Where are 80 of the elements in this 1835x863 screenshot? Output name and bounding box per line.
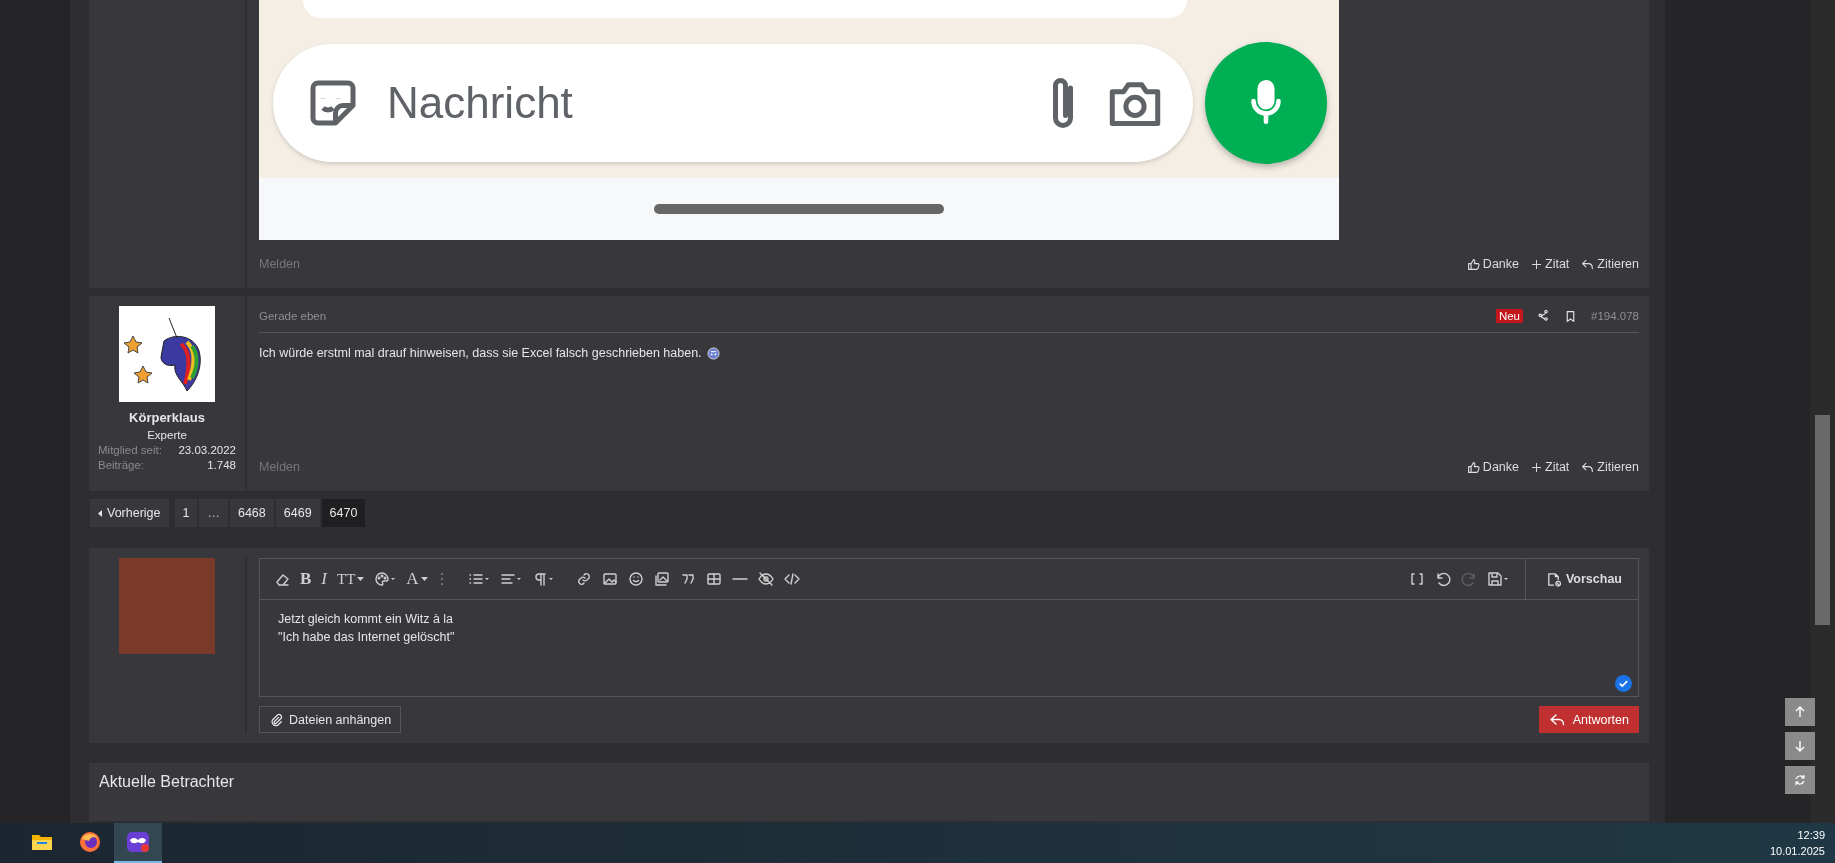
reply-icon xyxy=(1581,460,1595,474)
caret-icon xyxy=(357,576,365,582)
reply-icon xyxy=(1581,257,1595,271)
stat-label: Mitglied seit: xyxy=(98,444,162,456)
page-button[interactable]: 6469 xyxy=(274,498,321,528)
arrow-up-icon xyxy=(1794,706,1806,718)
post-date[interactable]: Gerade eben xyxy=(259,310,327,322)
preview-icon xyxy=(1545,571,1561,587)
message-editor[interactable]: Jetzt gleich kommt ein Witz à la "Ich habe das Internet gelöscht" xyxy=(260,600,1638,696)
scroll-up-button[interactable] xyxy=(1785,698,1815,726)
caret-left-icon xyxy=(98,509,103,517)
author-title: Experte xyxy=(147,429,187,441)
thumbs-up-icon xyxy=(1466,257,1480,271)
mask-app-taskbar-icon[interactable] xyxy=(114,823,162,863)
paperclip-icon xyxy=(269,712,283,727)
scrollbar-thumb[interactable] xyxy=(1815,415,1830,625)
page-button[interactable]: 1 xyxy=(173,498,199,528)
stat-label: Beiträge: xyxy=(98,459,145,471)
plus-action[interactable]: Zitat xyxy=(1531,460,1570,474)
smiley-icon xyxy=(627,571,644,587)
page-button[interactable]: 6468 xyxy=(228,498,275,528)
check-icon xyxy=(1615,675,1632,692)
preview-button[interactable]: Vorschau xyxy=(1537,571,1630,587)
refresh-icon xyxy=(1794,774,1806,786)
page-ellipsis: … xyxy=(198,498,229,528)
message-field[interactable]: Nachricht xyxy=(273,44,1193,162)
editor-line: Jetzt gleich kommt ein Witz à la xyxy=(278,611,455,628)
save-icon xyxy=(1486,571,1509,587)
post-number[interactable]: #194.078 xyxy=(1591,310,1639,322)
scroll-down-button[interactable] xyxy=(1785,732,1815,760)
media-icon xyxy=(653,571,670,587)
eye-slash-icon xyxy=(757,571,774,587)
image-icon xyxy=(601,571,618,587)
horizontal-line-icon xyxy=(731,578,748,580)
scrollbar[interactable] xyxy=(1810,0,1835,823)
like-action[interactable]: Danke xyxy=(1466,257,1519,271)
code-icon xyxy=(783,571,800,587)
clock-date: 10.01.2025 xyxy=(1769,844,1825,859)
viewers-title: Aktuelle Betrachter xyxy=(99,773,236,791)
caret-icon xyxy=(420,576,428,582)
clock-time: 12:39 xyxy=(1796,828,1825,843)
attach-files-button[interactable]: Dateien anhängen xyxy=(259,706,402,733)
plus-action[interactable]: Zitat xyxy=(1531,257,1570,271)
like-action[interactable]: Danke xyxy=(1466,460,1519,474)
brackets-icon xyxy=(1408,571,1425,587)
italic-button[interactable]: I xyxy=(317,565,331,593)
plus-icon xyxy=(1531,258,1542,270)
link-icon xyxy=(575,571,592,587)
stat-value: 23.03.2022 xyxy=(178,444,236,456)
eraser-icon xyxy=(274,571,290,587)
author-name[interactable]: Körperklaus xyxy=(129,410,205,425)
arrow-down-icon xyxy=(1794,740,1806,752)
reply-icon xyxy=(1548,711,1565,728)
undo-icon xyxy=(1434,571,1451,587)
page-button[interactable]: 6470 xyxy=(320,498,367,528)
reply-button[interactable]: Antworten xyxy=(1538,706,1639,733)
folder-icon xyxy=(31,833,53,851)
text-size-button[interactable]: TT xyxy=(333,565,369,593)
stat-value: 1.748 xyxy=(207,459,236,471)
share-icon xyxy=(1537,309,1551,323)
emoji-icon xyxy=(706,346,720,360)
list-icon xyxy=(467,571,490,587)
thumbs-up-icon xyxy=(1466,460,1480,474)
mask-icon xyxy=(126,831,150,853)
table-icon xyxy=(705,571,722,587)
refresh-button[interactable] xyxy=(1785,766,1815,794)
editor-line: "Ich habe das Internet gelöscht" xyxy=(278,629,456,646)
align-icon xyxy=(499,571,522,587)
post-text: Ich würde erstml mal drauf hinweisen, dass sie Excel falsch geschrieben haben. xyxy=(259,346,702,360)
font-color-button[interactable]: A xyxy=(402,565,432,593)
reply-action[interactable]: Zitieren xyxy=(1581,460,1639,474)
bold-button[interactable]: B xyxy=(296,565,316,593)
palette-icon xyxy=(374,571,397,587)
new-badge: Neu xyxy=(1495,309,1524,323)
redo-icon xyxy=(1460,571,1477,587)
microphone-button[interactable] xyxy=(1205,42,1327,164)
browser-icon xyxy=(79,831,101,853)
reply-action[interactable]: Zitieren xyxy=(1581,257,1639,271)
plus-icon xyxy=(1531,461,1542,473)
previous-page-button[interactable]: Vorherige xyxy=(89,498,170,528)
